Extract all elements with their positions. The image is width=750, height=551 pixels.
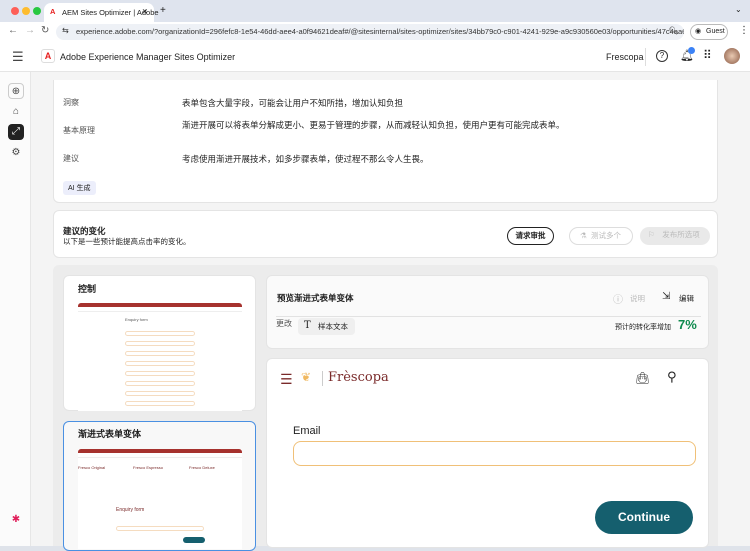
- browser-tab[interactable]: A AEM Sites Optimizer | Adobe ✕: [44, 3, 159, 22]
- maximize-window-button[interactable]: [33, 7, 41, 15]
- mini-product: Fresco Original: [78, 465, 106, 470]
- notification-badge: [688, 47, 695, 54]
- frescopa-logo-icon: ❦: [301, 370, 312, 384]
- mini-product: Fresco Espresso: [133, 465, 164, 470]
- new-tab-button[interactable]: +: [160, 5, 166, 16]
- beaker-icon: ⚗: [580, 231, 587, 240]
- minimize-window-button[interactable]: [22, 7, 30, 15]
- org-switcher[interactable]: Frescopa: [606, 52, 644, 62]
- changes-subtitle: 以下是一些预计能提高点击率的变化。: [63, 237, 191, 246]
- reload-icon[interactable]: ↻: [41, 25, 49, 36]
- help-icon[interactable]: ?: [656, 50, 668, 62]
- left-sidebar: ⊕ ⌂ ⤢ ⚙ ✱: [0, 72, 31, 546]
- insight-label: 洞察: [63, 98, 79, 107]
- shopping-bag-icon[interactable]: 👜︎: [635, 371, 650, 385]
- uplift-value: 7%: [678, 317, 697, 332]
- continue-button[interactable]: Continue: [595, 501, 693, 534]
- home-icon[interactable]: ⌂: [8, 104, 24, 120]
- tab-list-chevron-icon[interactable]: ⌄: [735, 5, 742, 14]
- progressive-title: 渐进式表单变体: [78, 429, 142, 439]
- opportunities-icon[interactable]: ⤢: [8, 124, 24, 140]
- settings-gear-icon[interactable]: ⚙: [8, 145, 24, 161]
- info-icon: ⓘ: [613, 295, 623, 306]
- suggested-changes-card: 建议的变化 以下是一些预计能提高点击率的变化。 请求审批 ⚗ 测试多个 ⚐ 发布所选…: [53, 210, 718, 258]
- site-settings-icon[interactable]: ⇆: [62, 26, 69, 35]
- user-avatar[interactable]: [724, 48, 740, 64]
- close-window-button[interactable]: [11, 7, 19, 15]
- insight-text: 表单包含大量字段，可能会让用户不知所措，增加认知负担: [182, 98, 404, 108]
- explain-button[interactable]: 说明: [630, 293, 645, 304]
- divider: [645, 48, 646, 66]
- ai-generated-badge: AI 生成: [63, 181, 96, 195]
- site-brand: Frèscopa: [328, 370, 389, 385]
- recommendation-text: 考虑使用渐进开展技术，如多步骤表单，使过程不那么令人生畏。: [182, 154, 429, 164]
- rationale-text: 渐进开展可以将表单分解成更小、更易于管理的步骤，从而减轻认知负担，使用户更有可能…: [182, 120, 565, 130]
- test-multiple-button[interactable]: ⚗ 测试多个: [569, 227, 633, 245]
- url-input[interactable]: ⇆ experience.adobe.com/?organizationId=29…: [56, 24, 684, 40]
- site-menu-icon[interactable]: ☰: [280, 371, 293, 388]
- control-thumbnail: Enquiry form: [78, 303, 242, 411]
- recommendation-label: 建议: [63, 154, 79, 163]
- adobe-logo-icon: A: [41, 49, 55, 63]
- mini-product: Fresco Deluxe: [189, 465, 215, 470]
- hamburger-menu-icon[interactable]: ☰: [12, 49, 24, 65]
- publish-selected-button[interactable]: ⚐ 发布所选项: [640, 227, 710, 245]
- uplift-label: 预计的转化率增加: [615, 324, 671, 331]
- app-header: ☰ A Adobe Experience Manager Sites Optim…: [0, 42, 750, 72]
- control-title: 控制: [78, 284, 97, 294]
- preview-header-card: 预览渐进式表单变体 ⓘ 说明 ⇲ 编辑 更改 T 样本文本 预计的转化率增加 7%: [266, 275, 709, 349]
- test-multiple-label: 测试多个: [591, 231, 621, 240]
- chip-label: 样本文本: [318, 322, 348, 331]
- slack-icon[interactable]: ✱: [8, 512, 24, 528]
- menu-kebab-icon[interactable]: ⋮: [739, 25, 749, 36]
- publish-label: 发布所选项: [662, 230, 700, 239]
- sample-text-chip[interactable]: T 样本文本: [298, 318, 355, 335]
- text-type-icon: T: [304, 320, 311, 331]
- email-input[interactable]: [293, 441, 696, 466]
- url-text: experience.adobe.com/?organizationId=296…: [76, 27, 684, 36]
- zoom-icon[interactable]: 🔍︎: [668, 26, 678, 35]
- site-preview: ☰ ❦ Frèscopa 👜︎ ⚲ Email Continue: [266, 358, 709, 548]
- search-icon[interactable]: ⚲: [667, 369, 677, 385]
- browser-tab-bar: A AEM Sites Optimizer | Adobe ✕ + ⌄: [0, 0, 750, 22]
- edit-button[interactable]: 编辑: [679, 293, 694, 304]
- globe-icon[interactable]: ⊕: [8, 83, 24, 99]
- forward-icon[interactable]: →: [25, 25, 35, 36]
- progressive-variant-card[interactable]: 渐进式表单变体 Fresco Original Fresco Espresso …: [63, 421, 256, 551]
- profile-label: Guest: [706, 28, 725, 35]
- publish-flag-icon: ⚐: [648, 230, 655, 239]
- adobe-icon: A: [50, 7, 56, 16]
- mini-form-title: Enquiry form: [116, 507, 145, 513]
- email-label: Email: [293, 425, 321, 437]
- change-label: 更改: [276, 319, 292, 328]
- profile-icon: ◉: [695, 28, 702, 35]
- request-approval-button[interactable]: 请求审批: [507, 227, 554, 245]
- apps-grid-icon[interactable]: ⠿: [703, 48, 712, 62]
- mini-form-title: Enquiry form: [125, 317, 148, 322]
- profile-button[interactable]: ◉ Guest: [690, 24, 728, 40]
- insight-card: 洞察 表单包含大量字段，可能会让用户不知所措，增加认知负担 基本原理 渐进开展可…: [53, 80, 718, 203]
- open-edit-icon[interactable]: ⇲: [662, 291, 670, 302]
- logo-divider: [322, 371, 323, 386]
- control-variant-card[interactable]: 控制 Enquiry form: [63, 275, 256, 411]
- divider: [276, 316, 701, 317]
- rationale-label: 基本原理: [63, 126, 95, 135]
- back-icon[interactable]: ←: [8, 25, 18, 36]
- progressive-thumbnail: Fresco Original Fresco Espresso Fresco D…: [78, 449, 242, 549]
- app-title: Adobe Experience Manager Sites Optimizer: [60, 52, 236, 62]
- preview-title: 预览渐进式表单变体: [277, 293, 354, 303]
- close-tab-icon[interactable]: ✕: [142, 7, 148, 16]
